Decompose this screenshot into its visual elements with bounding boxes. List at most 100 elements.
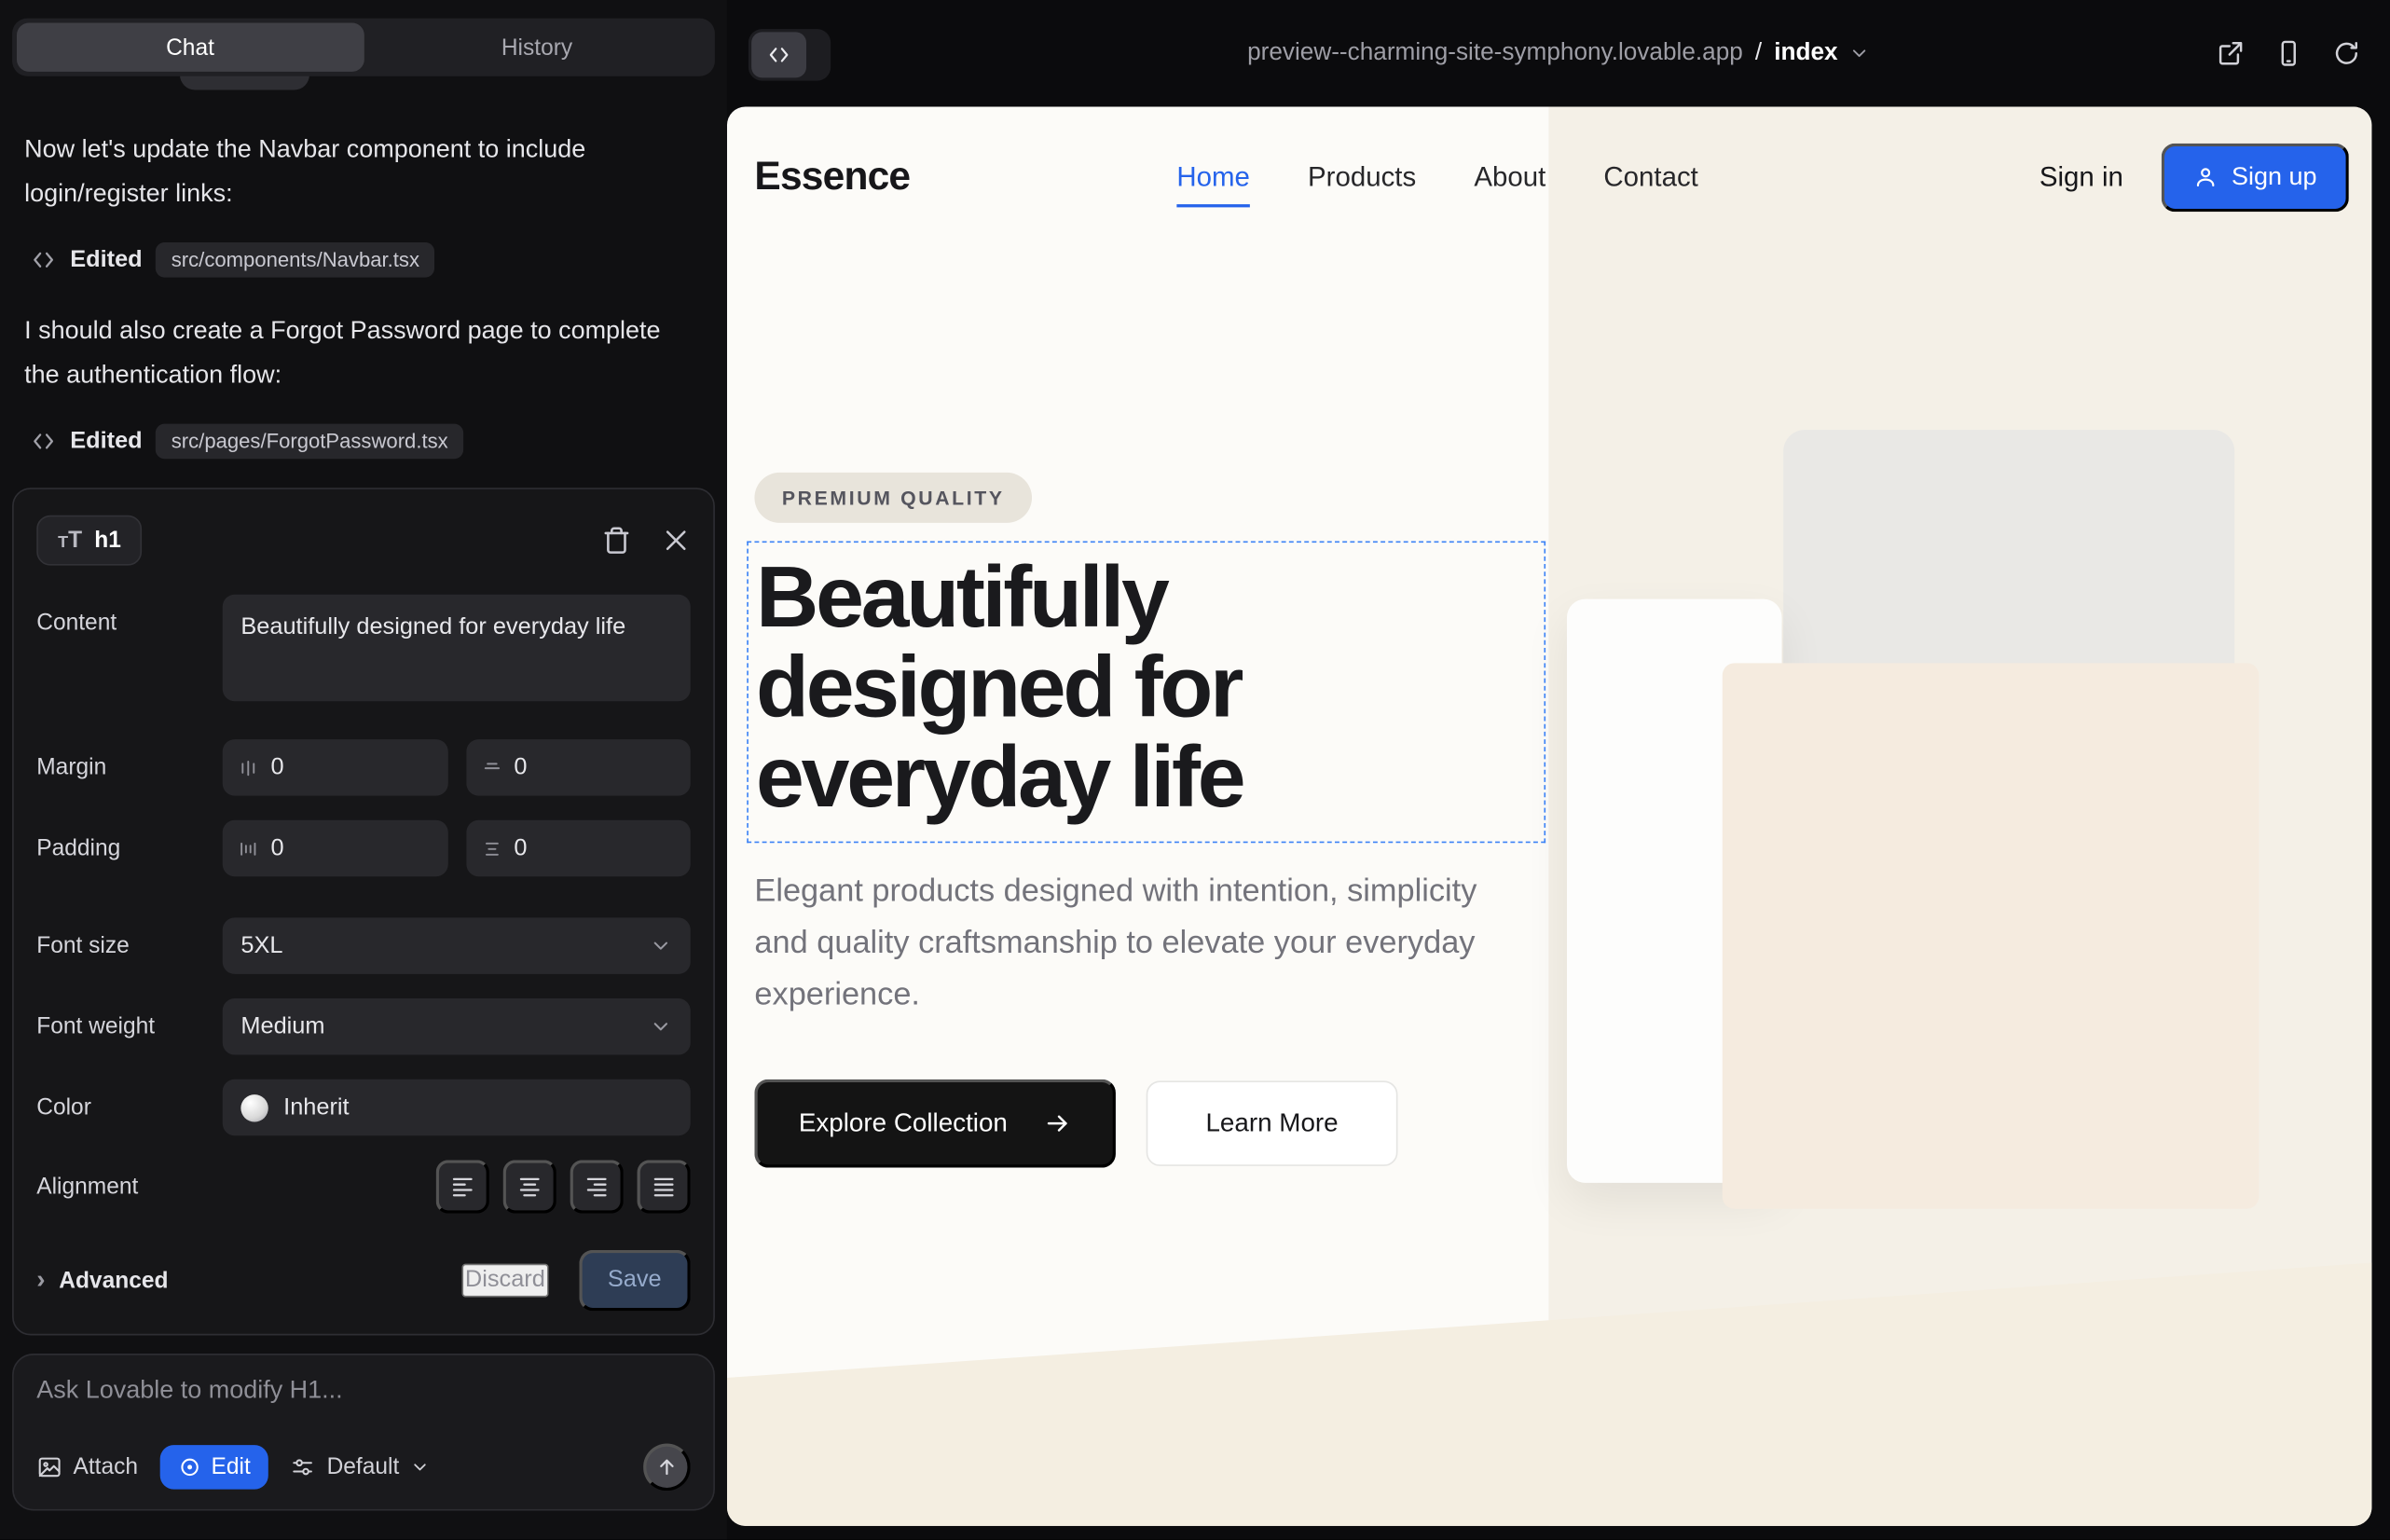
send-button[interactable] [643,1444,691,1492]
content-input[interactable]: Beautifully designed for everyday life [223,595,691,701]
padding-x-icon [240,838,257,859]
url-page: index [1774,40,1837,67]
explore-collection-button[interactable]: Explore Collection [754,1079,1116,1168]
smartphone-icon [2274,39,2303,68]
color-label: Color [36,1094,222,1121]
external-link-icon [2217,39,2246,68]
chrome-actions [2217,39,2361,68]
chevron-down-icon [410,1457,430,1477]
margin-y-icon [483,757,501,778]
editor-header-actions [602,525,691,554]
prompt-composer: Attach Edit Default [12,1354,715,1510]
code-icon [31,247,57,273]
font-weight-label: Font weight [36,1013,222,1039]
hero-cta-row: Explore Collection Learn More [754,1079,1397,1168]
learn-more-button[interactable]: Learn More [1147,1080,1398,1166]
code-icon [751,32,806,77]
align-left-button[interactable] [436,1160,489,1213]
assistant-message: Now let's update the Navbar component to… [24,128,680,216]
align-right-icon [584,1174,610,1200]
advanced-toggle[interactable]: › Advanced [36,1265,168,1296]
font-weight-value: Medium [240,1013,324,1040]
delete-element-icon[interactable] [602,525,631,554]
attach-label: Attach [73,1454,138,1480]
arrow-up-icon [655,1456,679,1479]
close-icon[interactable] [662,525,691,554]
element-tag-pill[interactable]: TT h1 [36,515,143,565]
font-size-label: Font size [36,933,222,959]
font-weight-select[interactable]: Medium [223,998,691,1055]
content-row: Content Beautifully designed for everyda… [36,595,691,701]
refresh-icon [2332,39,2361,68]
site-preview: Essence Home Products About Contact Sign… [727,106,2371,1526]
tab-history[interactable]: History [364,23,710,72]
color-swatch [240,1093,268,1121]
margin-label: Margin [36,754,222,780]
premium-badge: PREMIUM QUALITY [754,473,1032,523]
color-row: Color Inherit [36,1079,691,1136]
align-justify-icon [651,1174,677,1200]
save-button[interactable]: Save [579,1250,691,1311]
font-size-row: Font size 5XL [36,917,691,974]
padding-label: Padding [36,835,222,861]
font-size-select[interactable]: 5XL [223,917,691,974]
prompt-input[interactable] [36,1377,691,1406]
margin-row: Margin [36,739,691,796]
hero-heading[interactable]: Beautifully designed for everyday life [756,554,1526,823]
chevron-down-icon [650,934,673,957]
padding-x-input[interactable] [271,834,431,861]
alignment-row: Alignment [36,1160,691,1213]
margin-y-field [466,739,691,796]
editor-header: TT h1 [36,509,691,570]
address-bar[interactable]: preview--charming-site-symphony.lovable.… [1247,40,1870,67]
edited-label: Edited [70,246,142,273]
attach-button[interactable]: Attach [36,1454,138,1480]
file-chip[interactable]: src/components/Navbar.tsx [156,242,434,278]
target-icon [178,1456,201,1479]
align-right-button[interactable] [570,1160,624,1213]
edit-label: Edit [212,1454,251,1480]
padding-y-icon [483,838,501,859]
arrow-right-icon [1044,1109,1071,1136]
align-center-icon [516,1174,543,1200]
align-left-icon [449,1174,475,1200]
refresh-button[interactable] [2332,39,2361,68]
chat-sidebar: Chat History Now let's update the Navbar… [0,0,727,1540]
mode-label: Default [327,1454,400,1480]
align-justify-button[interactable] [638,1160,691,1213]
content-label: Content [36,595,222,636]
preview-url: preview--charming-site-symphony.lovable.… [1247,40,1743,67]
discard-button[interactable]: Discard [462,1264,548,1298]
explore-collection-label: Explore Collection [799,1108,1008,1139]
margin-x-input[interactable] [271,754,431,781]
tab-chat[interactable]: Chat [17,23,364,72]
alignment-label: Alignment [36,1174,222,1200]
padding-row: Padding [36,820,691,877]
margin-x-icon [240,757,257,778]
chevron-down-icon [1848,43,1870,64]
selected-element-outline[interactable]: Beautifully designed for everyday life [747,541,1545,843]
mode-select[interactable]: Default [290,1454,430,1480]
code-view-toggle[interactable] [749,29,831,81]
element-tag: h1 [94,527,121,553]
chevron-right-icon: › [36,1265,45,1296]
font-weight-row: Font weight Medium [36,998,691,1055]
color-value: Inherit [283,1093,349,1121]
hero-section: PREMIUM QUALITY Beautifully designed for… [727,106,2371,1526]
chevron-down-icon [650,1015,673,1038]
open-external-button[interactable] [2217,39,2246,68]
chat-messages: Now let's update the Navbar component to… [0,76,727,459]
align-center-button[interactable] [503,1160,556,1213]
edit-mode-button[interactable]: Edit [159,1445,269,1489]
margin-y-input[interactable] [514,754,673,781]
editor-footer: › Advanced Discard Save [36,1250,691,1311]
file-chip[interactable]: src/pages/ForgotPassword.tsx [156,424,463,460]
font-size-value: 5XL [240,932,282,959]
edited-file-row: Edited src/pages/ForgotPassword.tsx [24,424,703,460]
color-select[interactable]: Inherit [223,1079,691,1136]
mobile-view-button[interactable] [2274,39,2303,68]
padding-y-input[interactable] [514,834,673,861]
app-window: Chat History Now let's update the Navbar… [0,0,2390,1540]
edited-file-row: Edited src/components/Navbar.tsx [24,242,703,278]
composer-toolbar: Attach Edit Default [36,1444,691,1492]
